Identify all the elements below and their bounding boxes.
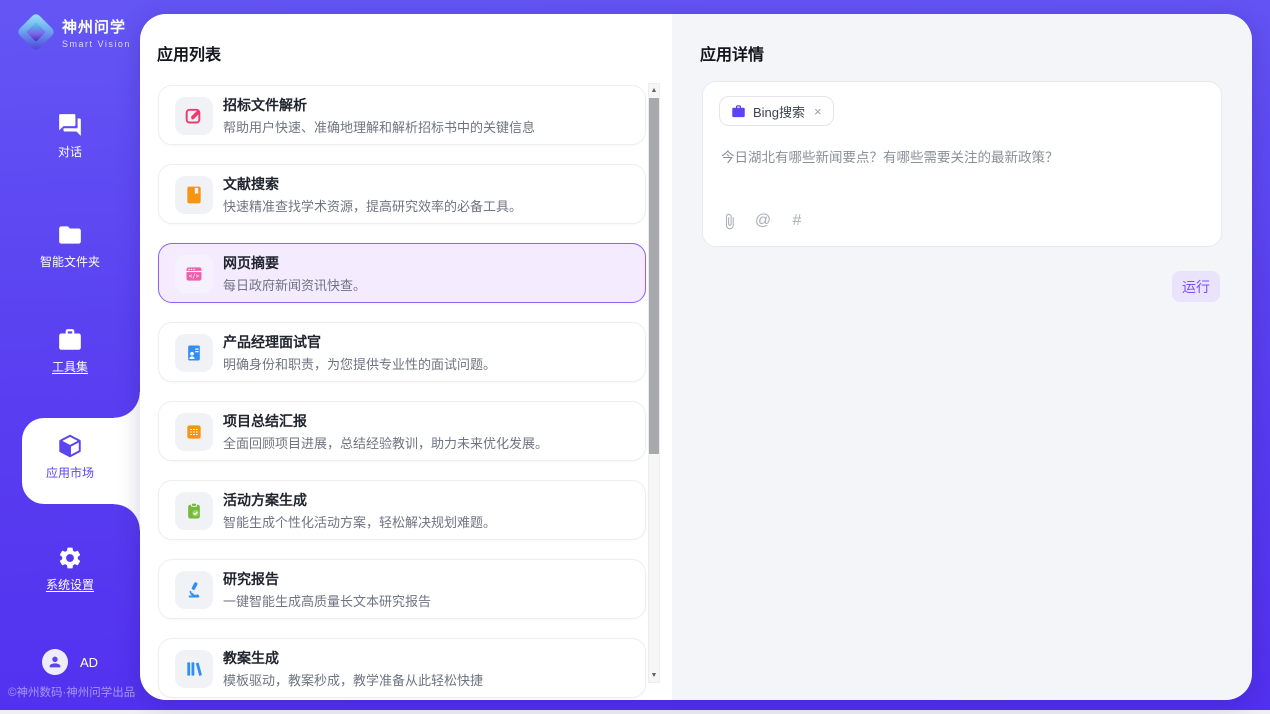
microscope-icon bbox=[175, 571, 213, 609]
app-card-list: 招标文件解析 帮助用户快速、准确地理解和解析招标书中的关键信息 文献搜索 快速精… bbox=[158, 85, 646, 700]
app-name: 活动方案生成 bbox=[223, 490, 307, 510]
tool-chip-label: Bing搜索 bbox=[753, 102, 805, 121]
app-card-literature-search[interactable]: 文献搜索 快速精准查找学术资源，提高研究效率的必备工具。 bbox=[158, 164, 646, 224]
copyright-footer: ©神州数码·神州问学出品 bbox=[8, 684, 135, 700]
cube-icon bbox=[57, 433, 83, 459]
query-text[interactable]: 今日湖北有哪些新闻要点？有哪些需要关注的最新政策？ bbox=[721, 148, 1203, 168]
resume-person-icon bbox=[175, 334, 213, 372]
app-description: 模板驱动，教案秒成，教学准备从此轻松快捷 bbox=[223, 670, 483, 689]
input-toolbar: @ # bbox=[720, 212, 806, 230]
brand-subtitle: Smart Vision bbox=[62, 39, 131, 49]
sidebar-item-label: 系统设置 bbox=[46, 578, 94, 592]
sidebar-item-toolset[interactable]: 工具集 bbox=[0, 327, 140, 376]
app-window: 神州问学 Smart Vision 对话 智能文件夹 工具集 bbox=[0, 0, 1270, 710]
brand-diamond-icon bbox=[18, 14, 54, 50]
app-card-pm-interviewer[interactable]: 产品经理面试官 明确身份和职责，为您提供专业性的面试问题。 bbox=[158, 322, 646, 382]
app-card-research-report[interactable]: 研究报告 一键智能生成高质量长文本研究报告 bbox=[158, 559, 646, 619]
tool-chip-bing-search[interactable]: Bing搜索 × bbox=[719, 96, 834, 126]
sidebar-item-label: 对话 bbox=[58, 145, 82, 159]
app-name: 教案生成 bbox=[223, 648, 279, 668]
brand-name: 神州问学 bbox=[62, 16, 131, 37]
app-name: 网页摘要 bbox=[223, 253, 279, 273]
app-detail-panel: 应用详情 Bing搜索 × 今日湖北有哪些新闻要点？有哪些需要关注的最新政策？ … bbox=[672, 14, 1252, 700]
book-icon bbox=[175, 176, 213, 214]
chip-close-icon[interactable]: × bbox=[814, 105, 822, 118]
briefcase-icon bbox=[731, 104, 746, 119]
content-container: 应用列表 招标文件解析 帮助用户快速、准确地理解和解析招标书中的关键信息 bbox=[140, 14, 1252, 700]
app-detail-title: 应用详情 bbox=[700, 41, 764, 65]
sidebar-item-settings[interactable]: 系统设置 bbox=[0, 545, 140, 594]
sidebar-item-label: 工具集 bbox=[52, 360, 88, 374]
app-description: 帮助用户快速、准确地理解和解析招标书中的关键信息 bbox=[223, 117, 535, 136]
app-description: 明确身份和职责，为您提供专业性的面试问题。 bbox=[223, 354, 496, 373]
user-account[interactable]: AD bbox=[42, 649, 98, 675]
paperclip-icon[interactable] bbox=[720, 212, 738, 230]
books-icon bbox=[175, 650, 213, 688]
sidebar-item-app-market[interactable]: 应用市场 bbox=[0, 433, 140, 482]
app-card-activity-plan[interactable]: 活动方案生成 智能生成个性化活动方案，轻松解决规划难题。 bbox=[158, 480, 646, 540]
app-card-bid-parse[interactable]: 招标文件解析 帮助用户快速、准确地理解和解析招标书中的关键信息 bbox=[158, 85, 646, 145]
app-list-title: 应用列表 bbox=[157, 41, 221, 65]
scroll-up-arrow-icon[interactable]: ▲ bbox=[649, 87, 659, 94]
sidebar-item-label: 智能文件夹 bbox=[40, 255, 100, 269]
app-description: 每日政府新闻资讯快查。 bbox=[223, 275, 366, 294]
brand-logo: 神州问学 Smart Vision bbox=[18, 14, 131, 50]
chat-icon bbox=[57, 112, 83, 138]
app-name: 项目总结汇报 bbox=[223, 411, 307, 431]
scrollbar-thumb[interactable] bbox=[649, 98, 659, 454]
sidebar: 神州问学 Smart Vision 对话 智能文件夹 工具集 bbox=[0, 0, 140, 710]
app-card-web-summary[interactable]: </> 网页摘要 每日政府新闻资讯快查。 bbox=[158, 243, 646, 303]
hash-icon[interactable]: # bbox=[788, 212, 806, 230]
scroll-down-arrow-icon[interactable]: ▼ bbox=[649, 672, 659, 679]
edit-document-icon bbox=[175, 97, 213, 135]
svg-text:</>: </> bbox=[189, 274, 200, 280]
app-name: 文献搜索 bbox=[223, 174, 279, 194]
app-name: 招标文件解析 bbox=[223, 95, 307, 115]
app-card-project-report[interactable]: 项目总结汇报 全面回顾项目进展，总结经验教训，助力未来优化发展。 bbox=[158, 401, 646, 461]
sidebar-item-smart-folder[interactable]: 智能文件夹 bbox=[0, 222, 140, 271]
run-button[interactable]: 运行 bbox=[1172, 271, 1220, 302]
user-name: AD bbox=[80, 655, 98, 670]
app-name: 产品经理面试官 bbox=[223, 332, 321, 352]
web-code-icon: </> bbox=[175, 255, 213, 293]
app-card-lesson-gen[interactable]: 教案生成 模板驱动，教案秒成，教学准备从此轻松快捷 bbox=[158, 638, 646, 698]
gear-icon bbox=[57, 545, 83, 571]
note-icon bbox=[175, 413, 213, 451]
app-description: 快速精准查找学术资源，提高研究效率的必备工具。 bbox=[223, 196, 522, 215]
at-mention-icon[interactable]: @ bbox=[754, 212, 772, 230]
toolbox-icon bbox=[57, 327, 83, 353]
app-description: 全面回顾项目进展，总结经验教训，助力未来优化发展。 bbox=[223, 433, 548, 452]
folder-icon bbox=[57, 222, 83, 248]
app-description: 智能生成个性化活动方案，轻松解决规划难题。 bbox=[223, 512, 496, 531]
sidebar-item-label: 应用市场 bbox=[46, 466, 94, 480]
clipboard-check-icon bbox=[175, 492, 213, 530]
prompt-input-card[interactable]: Bing搜索 × 今日湖北有哪些新闻要点？有哪些需要关注的最新政策？ @ # bbox=[702, 81, 1222, 247]
app-list-panel: 应用列表 招标文件解析 帮助用户快速、准确地理解和解析招标书中的关键信息 bbox=[140, 14, 672, 700]
sidebar-item-chat[interactable]: 对话 bbox=[0, 112, 140, 161]
avatar bbox=[42, 649, 68, 675]
app-name: 研究报告 bbox=[223, 569, 279, 589]
app-description: 一键智能生成高质量长文本研究报告 bbox=[223, 591, 431, 610]
list-scrollbar[interactable]: ▲ ▼ bbox=[648, 83, 660, 683]
